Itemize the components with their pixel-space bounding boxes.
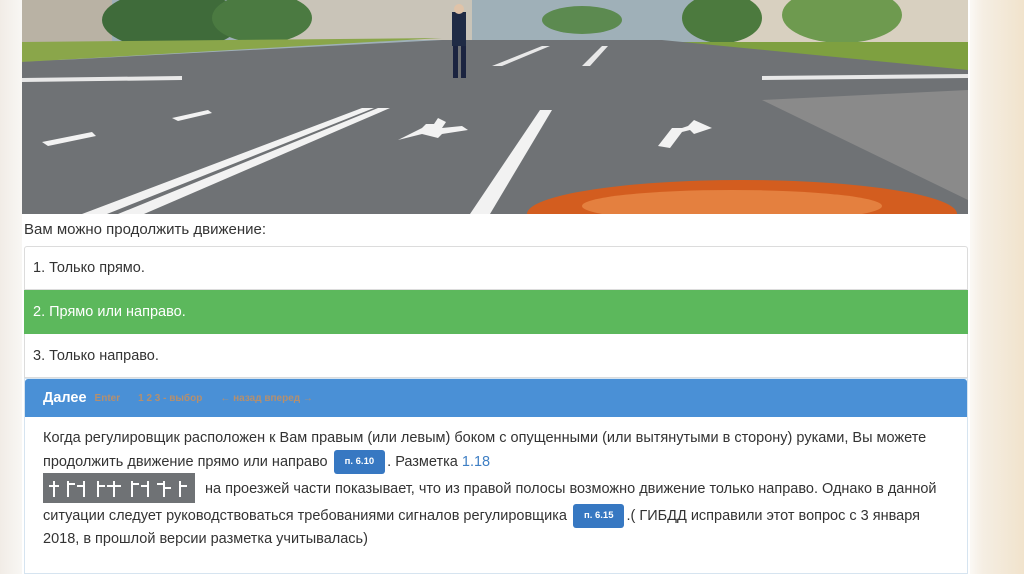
hint-enter: Enter bbox=[94, 392, 121, 404]
answer-option-3[interactable]: 3. Только направо. bbox=[24, 334, 968, 378]
question-text: Вам можно продолжить движение: bbox=[24, 221, 267, 238]
answer-list: 1. Только прямо. 2. Прямо или направо. 3… bbox=[24, 246, 968, 378]
road-scene-image bbox=[22, 0, 968, 214]
rule-ref-badge-6-15[interactable]: п. 6.15 bbox=[572, 504, 625, 528]
quiz-page: Вам можно продолжить движение: 1. Только… bbox=[22, 0, 970, 574]
next-button[interactable]: Далее bbox=[43, 390, 87, 406]
explanation-panel: Далее Enter 1 2 3 - выбор ← назад вперед… bbox=[24, 378, 968, 574]
explanation-part-2: . Разметка bbox=[387, 453, 458, 470]
answer-option-1[interactable]: 1. Только прямо. bbox=[24, 246, 968, 290]
answer-option-2-correct[interactable]: 2. Прямо или направо. bbox=[24, 290, 968, 334]
hint-select: 1 2 3 - выбор bbox=[138, 392, 203, 404]
road-marking-image bbox=[43, 473, 195, 503]
hint-navigation: ← назад вперед → bbox=[220, 392, 313, 404]
explanation-text: Когда регулировщик расположен к Вам прав… bbox=[25, 417, 967, 551]
marking-link[interactable]: 1.18 bbox=[462, 454, 490, 470]
explanation-header: Далее Enter 1 2 3 - выбор ← назад вперед… bbox=[25, 379, 967, 417]
rule-ref-badge-6-10[interactable]: п. 6.10 bbox=[333, 450, 386, 474]
